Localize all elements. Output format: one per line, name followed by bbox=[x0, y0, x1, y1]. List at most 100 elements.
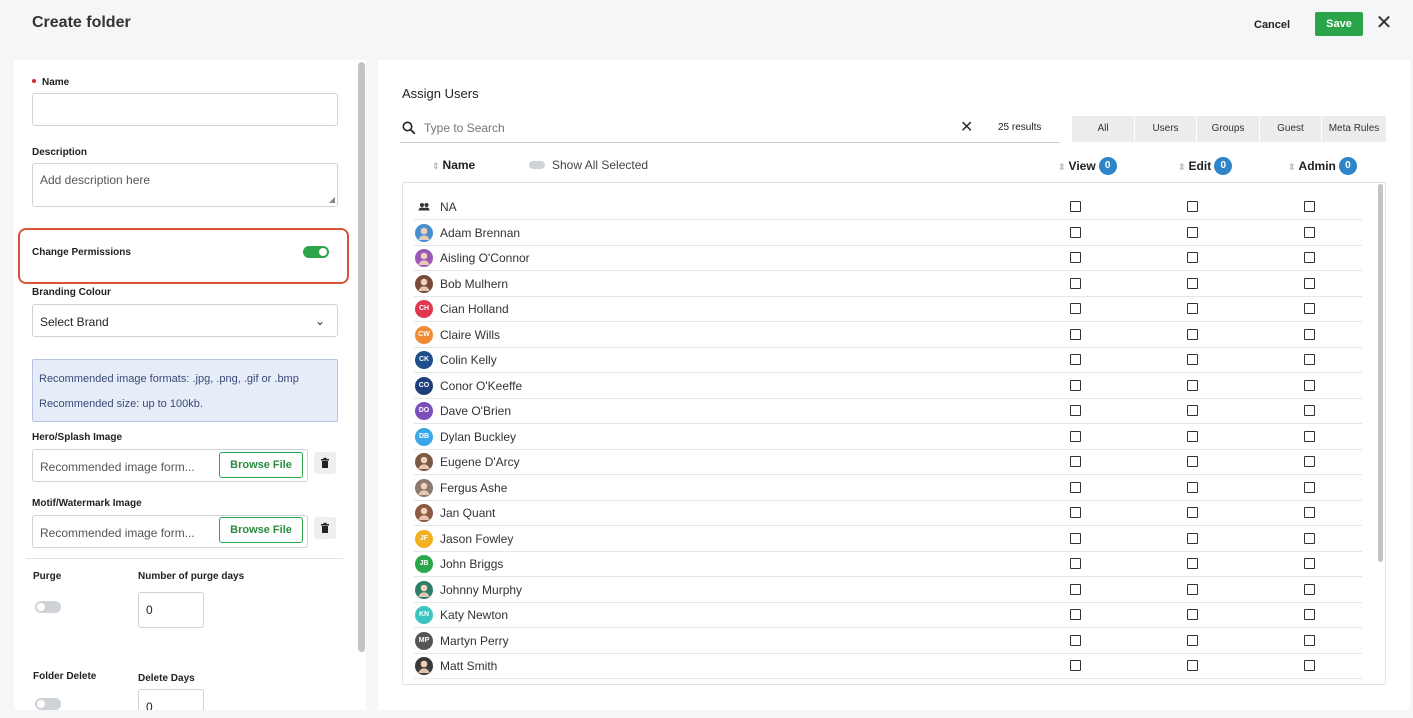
view-checkbox[interactable] bbox=[1070, 277, 1081, 289]
admin-checkbox[interactable] bbox=[1304, 558, 1315, 569]
admin-checkbox[interactable] bbox=[1304, 354, 1315, 365]
edit-checkbox[interactable] bbox=[1187, 277, 1198, 289]
admin-checkbox[interactable] bbox=[1304, 430, 1315, 442]
resize-handle-icon[interactable]: ◢ bbox=[329, 196, 335, 204]
view-checkbox[interactable] bbox=[1070, 481, 1081, 493]
view-checkbox[interactable] bbox=[1070, 405, 1081, 416]
tab-guest[interactable]: Guest bbox=[1260, 116, 1322, 142]
view-checkbox[interactable] bbox=[1070, 201, 1081, 212]
admin-checkbox[interactable] bbox=[1304, 507, 1315, 518]
admin-checkbox[interactable] bbox=[1304, 456, 1315, 467]
close-icon[interactable]: ✕ bbox=[1374, 12, 1394, 36]
edit-checkbox[interactable] bbox=[1187, 201, 1198, 212]
edit-checkbox[interactable] bbox=[1187, 507, 1198, 518]
column-header-view[interactable]: ⇕ View 0 bbox=[1058, 157, 1117, 176]
edit-checkbox[interactable] bbox=[1187, 634, 1198, 646]
view-checkbox[interactable] bbox=[1070, 583, 1081, 595]
admin-checkbox[interactable] bbox=[1304, 660, 1315, 671]
column-header-name[interactable]: ⇕ Name bbox=[432, 158, 475, 172]
column-header-admin[interactable]: ⇕ Admin 0 bbox=[1288, 157, 1357, 176]
view-checkbox[interactable] bbox=[1070, 634, 1081, 646]
user-list-scrollbar[interactable] bbox=[1378, 184, 1383, 562]
avatar: KN bbox=[415, 606, 433, 624]
admin-checkbox[interactable] bbox=[1304, 201, 1315, 212]
user-name: Jason Fowley bbox=[440, 531, 514, 546]
tab-users[interactable]: Users bbox=[1135, 116, 1197, 142]
user-name: Matt Smith bbox=[440, 659, 498, 673]
tab-meta-rules[interactable]: Meta Rules bbox=[1322, 116, 1386, 142]
admin-checkbox[interactable] bbox=[1304, 405, 1315, 416]
tab-groups[interactable]: Groups bbox=[1197, 116, 1260, 142]
hero-delete-button[interactable] bbox=[314, 452, 336, 474]
edit-checkbox[interactable] bbox=[1187, 354, 1198, 365]
admin-checkbox[interactable] bbox=[1304, 252, 1315, 263]
list-item: NA bbox=[414, 195, 1362, 220]
admin-checkbox[interactable] bbox=[1304, 583, 1315, 595]
view-checkbox[interactable] bbox=[1070, 507, 1081, 518]
edit-checkbox[interactable] bbox=[1187, 609, 1198, 620]
list-item: CK Colin Kelly bbox=[414, 348, 1362, 373]
view-checkbox[interactable] bbox=[1070, 660, 1081, 671]
user-name: Dylan Buckley bbox=[440, 429, 517, 444]
list-item: Matt Smith bbox=[414, 654, 1362, 679]
admin-checkbox[interactable] bbox=[1304, 303, 1315, 314]
delete-days-input[interactable] bbox=[138, 689, 204, 710]
list-item: JF Jason Fowley bbox=[414, 527, 1362, 552]
clear-search-icon[interactable]: ✕ bbox=[960, 118, 973, 138]
avatar: CW bbox=[415, 325, 433, 344]
sort-icon: ⇕ bbox=[1058, 162, 1066, 173]
view-checkbox[interactable] bbox=[1070, 430, 1081, 442]
motif-browse-button[interactable]: Browse File bbox=[219, 517, 303, 543]
branding-select[interactable]: Select Brand ⌄ bbox=[32, 304, 338, 337]
show-all-selected-toggle[interactable]: Show All Selected bbox=[529, 158, 648, 172]
description-textarea[interactable]: Add description here ◢ bbox=[32, 163, 338, 207]
edit-checkbox[interactable] bbox=[1187, 583, 1198, 595]
motif-delete-button[interactable] bbox=[314, 517, 336, 539]
save-button[interactable]: Save bbox=[1315, 12, 1363, 36]
purge-days-label: Number of purge days bbox=[138, 571, 245, 582]
admin-checkbox[interactable] bbox=[1304, 328, 1315, 340]
edit-checkbox[interactable] bbox=[1187, 660, 1198, 671]
user-name: Adam Brennan bbox=[440, 225, 521, 240]
edit-checkbox[interactable] bbox=[1187, 379, 1198, 391]
edit-checkbox[interactable] bbox=[1187, 226, 1198, 238]
edit-checkbox[interactable] bbox=[1187, 252, 1198, 263]
edit-checkbox[interactable] bbox=[1187, 558, 1198, 569]
left-panel-scrollbar[interactable] bbox=[358, 62, 365, 652]
hero-browse-button[interactable]: Browse File bbox=[219, 452, 303, 478]
admin-checkbox[interactable] bbox=[1304, 481, 1315, 493]
edit-checkbox[interactable] bbox=[1187, 328, 1198, 340]
view-checkbox[interactable] bbox=[1070, 226, 1081, 238]
edit-checkbox[interactable] bbox=[1187, 303, 1198, 314]
purge-days-input[interactable] bbox=[138, 592, 204, 628]
cancel-button[interactable]: Cancel bbox=[1244, 13, 1300, 37]
tab-all[interactable]: All bbox=[1072, 116, 1135, 142]
view-checkbox[interactable] bbox=[1070, 456, 1081, 467]
edit-checkbox[interactable] bbox=[1187, 481, 1198, 493]
user-search-input[interactable] bbox=[424, 118, 954, 138]
edit-checkbox[interactable] bbox=[1187, 430, 1198, 442]
view-checkbox[interactable] bbox=[1070, 558, 1081, 569]
admin-checkbox[interactable] bbox=[1304, 634, 1315, 646]
view-checkbox[interactable] bbox=[1070, 609, 1081, 620]
column-header-edit[interactable]: ⇕ Edit 0 bbox=[1178, 157, 1233, 176]
user-name: Jan Quant bbox=[440, 506, 496, 520]
view-checkbox[interactable] bbox=[1070, 303, 1081, 314]
edit-checkbox[interactable] bbox=[1187, 456, 1198, 467]
view-checkbox[interactable] bbox=[1070, 252, 1081, 263]
change-permissions-toggle[interactable] bbox=[303, 246, 329, 258]
view-checkbox[interactable] bbox=[1070, 379, 1081, 391]
admin-checkbox[interactable] bbox=[1304, 379, 1315, 391]
purge-toggle[interactable] bbox=[35, 601, 61, 613]
name-input[interactable] bbox=[32, 93, 338, 126]
edit-checkbox[interactable] bbox=[1187, 405, 1198, 416]
admin-checkbox[interactable] bbox=[1304, 532, 1315, 544]
user-name: Claire Wills bbox=[440, 327, 500, 342]
admin-checkbox[interactable] bbox=[1304, 277, 1315, 289]
edit-checkbox[interactable] bbox=[1187, 532, 1198, 544]
view-checkbox[interactable] bbox=[1070, 328, 1081, 340]
admin-checkbox[interactable] bbox=[1304, 609, 1315, 620]
admin-checkbox[interactable] bbox=[1304, 226, 1315, 238]
view-checkbox[interactable] bbox=[1070, 354, 1081, 365]
view-checkbox[interactable] bbox=[1070, 532, 1081, 544]
